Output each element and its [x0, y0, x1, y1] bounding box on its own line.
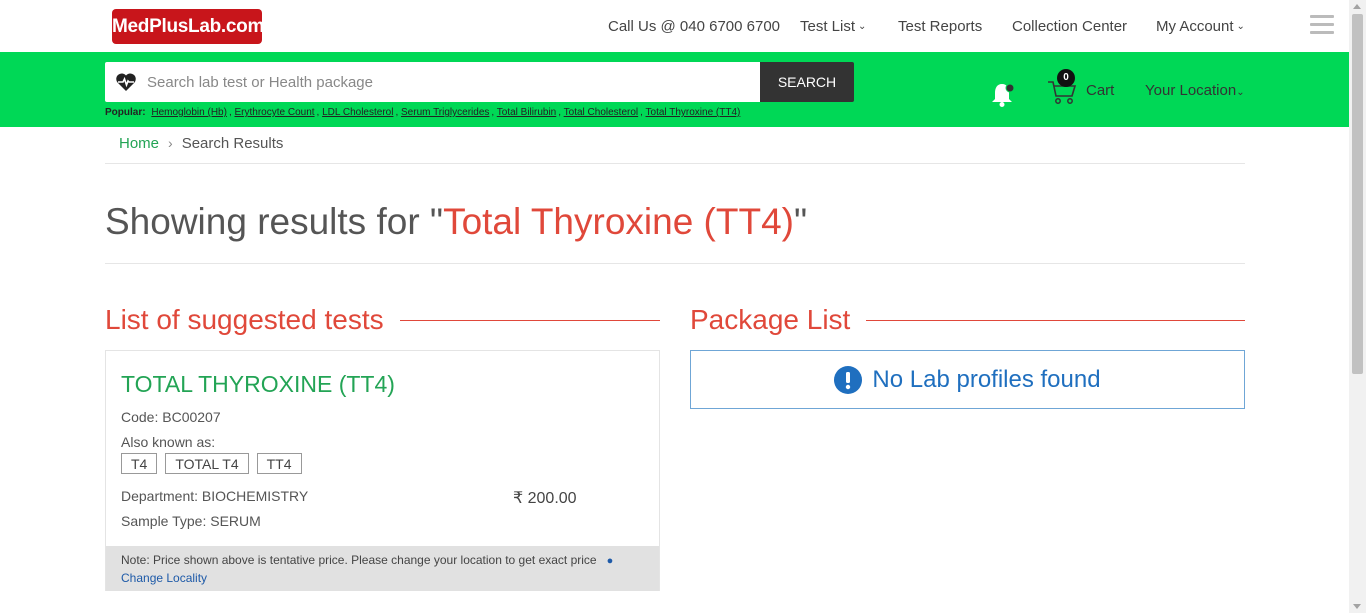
results-suffix: ": [793, 201, 808, 242]
popular-link[interactable]: Serum Triglycerides: [401, 107, 489, 118]
test-reports-label: Test Reports: [898, 17, 983, 35]
aka-label: Also known as:: [121, 434, 216, 450]
call-us-label: Call Us @ 040 6700 6700: [608, 17, 781, 35]
location-pin-icon: ●: [606, 555, 614, 567]
notification-bell-icon[interactable]: [990, 80, 1016, 108]
test-department: Department: BIOCHEMISTRY: [121, 488, 309, 504]
search-input[interactable]: [147, 73, 727, 91]
no-packages-alert: No Lab profiles found: [690, 350, 1245, 409]
popular-label: Popular:: [105, 107, 146, 118]
test-list-menu[interactable]: Test List ⌄: [800, 0, 866, 52]
page-title: Showing results for "Total Thyroxine (TT…: [105, 201, 1245, 264]
test-sample-type: Sample Type: SERUM: [121, 513, 261, 529]
search-box: [105, 62, 760, 102]
cart-count-badge: 0: [1057, 69, 1075, 87]
popular-link[interactable]: LDL Cholesterol: [322, 107, 393, 118]
results-prefix: Showing results for ": [105, 201, 444, 242]
search-button[interactable]: SEARCH: [760, 62, 854, 102]
chevron-down-icon: ⌄: [858, 20, 867, 32]
breadcrumb-current: Search Results: [181, 135, 284, 152]
site-logo[interactable]: MedPlusLab.com: [112, 9, 264, 44]
price-note-text: Note: Price shown above is tentative pri…: [121, 553, 597, 567]
cart-link[interactable]: Cart: [1086, 82, 1114, 99]
my-account-label: My Account: [1156, 17, 1234, 35]
page-scrollbar[interactable]: [1349, 0, 1366, 613]
popular-link[interactable]: Total Thyroxine (TT4): [646, 107, 741, 118]
collection-center-link[interactable]: Collection Center: [1012, 0, 1127, 52]
test-name-link[interactable]: TOTAL THYROXINE (TT4): [121, 371, 395, 398]
popular-link[interactable]: Erythrocyte Count: [235, 107, 315, 118]
tests-section-title: List of suggested tests: [105, 304, 384, 335]
popular-link[interactable]: Total Cholesterol: [564, 107, 638, 118]
breadcrumb-home-link[interactable]: Home: [119, 135, 159, 152]
divider: [399, 319, 660, 321]
change-locality-link[interactable]: Change Locality: [121, 571, 207, 585]
call-us-link[interactable]: Call Us @ 040 6700 6700: [608, 0, 780, 52]
divider: [866, 319, 1245, 321]
search-query: Total Thyroxine (TT4): [443, 201, 794, 242]
price-note: Note: Price shown above is tentative pri…: [106, 546, 659, 591]
aka-tag: TOTAL T4: [165, 453, 249, 474]
chevron-right-icon: ›: [168, 135, 173, 151]
scroll-down-icon[interactable]: [1353, 604, 1361, 609]
chevron-down-icon: ⌄: [1236, 87, 1245, 98]
popular-link[interactable]: Total Bilirubin: [497, 107, 556, 118]
chevron-down-icon: ⌄: [1236, 20, 1245, 32]
my-account-menu[interactable]: My Account ⌄: [1156, 0, 1245, 52]
popular-searches: Popular: Hemoglobin (Hb), Erythrocyte Co…: [105, 107, 741, 118]
test-code: Code: BC00207: [121, 409, 221, 425]
no-packages-message: No Lab profiles found: [872, 365, 1101, 393]
exclamation-circle-icon: [834, 365, 863, 394]
test-list-label: Test List: [800, 17, 856, 35]
scrollbar-thumb[interactable]: [1352, 14, 1363, 374]
aka-tag: T4: [121, 453, 158, 474]
aka-tag: TT4: [256, 453, 302, 474]
top-header: MedPlusLab.com Call Us @ 040 6700 6700 T…: [0, 0, 1349, 52]
package-section-title: Package List: [690, 304, 851, 335]
test-price: ₹ 200.00: [513, 490, 577, 507]
package-section-header: Package List: [690, 302, 1245, 338]
location-label: Your Location: [1145, 82, 1237, 99]
location-selector[interactable]: Your Location⌄: [1145, 82, 1245, 99]
collection-center-label: Collection Center: [1012, 17, 1128, 35]
tests-section-header: List of suggested tests: [105, 302, 660, 338]
breadcrumb: Home › Search Results: [105, 135, 1245, 164]
hamburger-menu-icon[interactable]: [1310, 15, 1334, 37]
test-reports-link[interactable]: Test Reports: [898, 0, 982, 52]
heartbeat-icon: [105, 62, 147, 102]
popular-link[interactable]: Hemoglobin (Hb): [151, 107, 227, 118]
scroll-up-icon[interactable]: [1353, 4, 1361, 9]
aka-tags: T4 TOTAL T4 TT4: [121, 453, 302, 474]
test-card: TOTAL THYROXINE (TT4) Code: BC00207 Also…: [105, 350, 660, 591]
